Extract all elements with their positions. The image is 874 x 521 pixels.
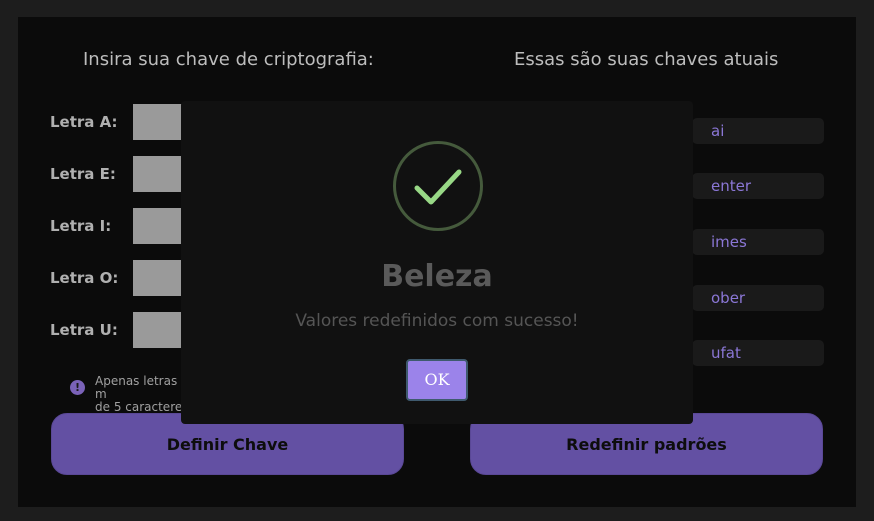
label-letra-a: Letra A: (50, 113, 118, 131)
dialog-message: Valores redefinidos com sucesso! (295, 311, 579, 331)
input-letra-i[interactable] (133, 208, 185, 244)
label-letra-u: Letra U: (50, 321, 118, 339)
input-letra-u[interactable] (133, 312, 185, 348)
current-key-o: ober (692, 285, 824, 311)
current-key-u: ufat (692, 340, 824, 366)
current-key-i: imes (692, 229, 824, 255)
input-letra-e[interactable] (133, 156, 185, 192)
ok-button[interactable]: OK (406, 359, 468, 401)
checkmark-icon (414, 169, 462, 205)
dialog-title: Beleza (381, 259, 493, 294)
input-letra-o[interactable] (133, 260, 185, 296)
info-icon: ! (70, 380, 85, 395)
left-heading: Insira sua chave de criptografia: (83, 49, 374, 70)
info-line-1: Apenas letras m (95, 375, 178, 401)
label-letra-i: Letra I: (50, 217, 112, 235)
right-heading: Essas são suas chaves atuais (514, 49, 779, 70)
label-letra-o: Letra O: (50, 269, 119, 287)
current-key-e: enter (692, 173, 824, 199)
success-check-icon (393, 141, 483, 231)
success-dialog: Beleza Valores redefinidos com sucesso! … (181, 101, 693, 424)
input-letra-a[interactable] (133, 104, 185, 140)
info-text: Apenas letras m de 5 caracteres (95, 375, 190, 414)
current-key-a: ai (692, 118, 824, 144)
label-letra-e: Letra E: (50, 165, 116, 183)
